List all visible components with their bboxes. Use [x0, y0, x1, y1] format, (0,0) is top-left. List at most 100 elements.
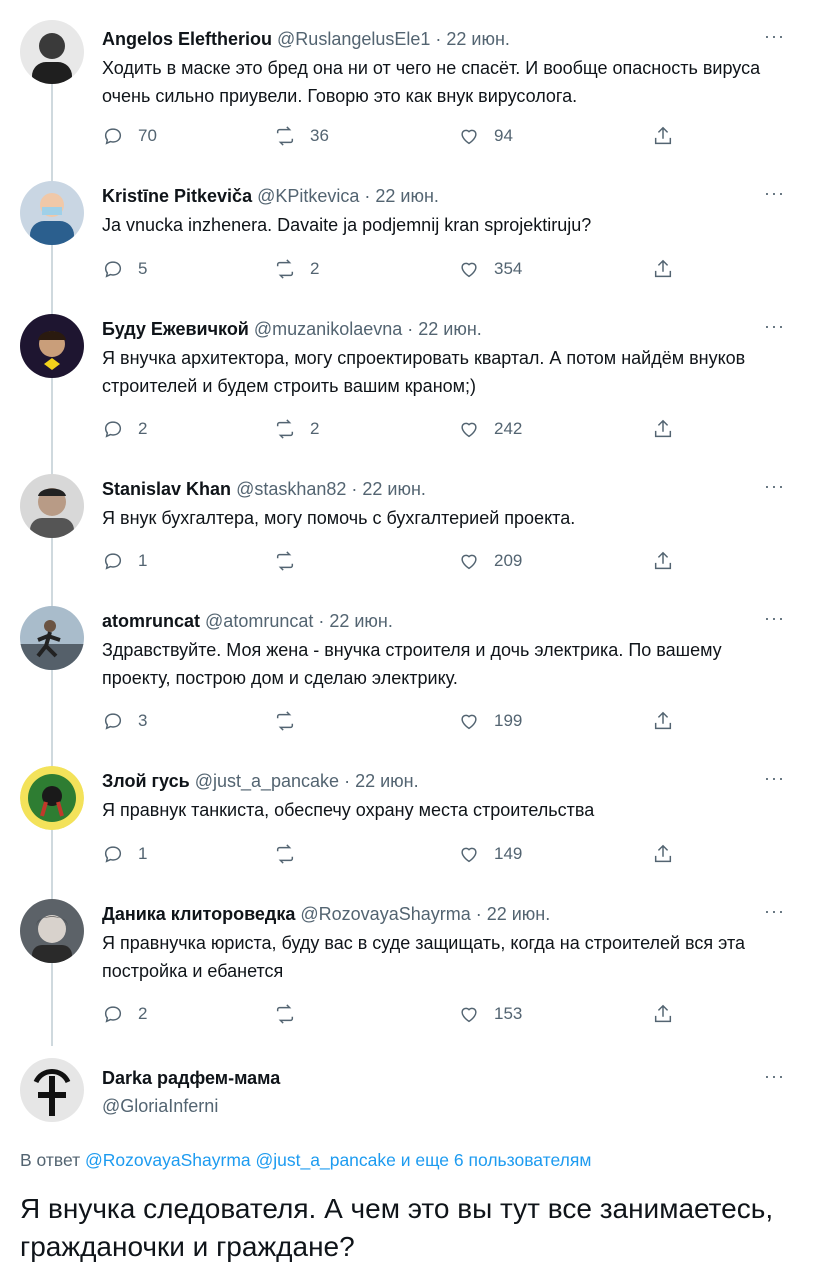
reply-icon	[104, 713, 122, 730]
timestamp[interactable]: 22 июн.	[375, 186, 439, 206]
share-icon	[654, 419, 672, 438]
retweet-icon	[276, 711, 294, 731]
more-options-icon[interactable]: ···	[764, 901, 785, 921]
retweet-button[interactable]	[274, 548, 310, 574]
reply-prefix: В ответ	[20, 1150, 86, 1170]
author-name[interactable]: Злой гусь	[102, 771, 190, 791]
mention-link[interactable]: @just_a_pancake	[256, 1150, 396, 1170]
author-handle[interactable]: @RuslangelusEle1	[277, 29, 430, 49]
author-name[interactable]: Angelos Eleftheriou	[102, 29, 272, 49]
retweet-icon	[276, 551, 294, 571]
share-icon	[654, 551, 672, 570]
like-icon	[461, 422, 477, 438]
timestamp[interactable]: 22 июн.	[487, 904, 551, 924]
avatar[interactable]	[20, 606, 84, 670]
timestamp[interactable]: 22 июн.	[446, 29, 510, 49]
author-handle[interactable]: @atomruncat	[205, 611, 313, 631]
reply-icon	[104, 846, 122, 863]
reply-icon	[104, 1006, 122, 1023]
retweet-button[interactable]: 36	[274, 123, 329, 149]
like-button[interactable]: 354	[458, 256, 522, 282]
reply-button[interactable]: 2	[102, 416, 147, 442]
main-author-handle[interactable]: @GloriaInferni	[102, 1094, 218, 1118]
reply-button[interactable]: 70	[102, 123, 157, 149]
author-name[interactable]: Stanislav Khan	[102, 479, 231, 499]
more-options-icon[interactable]: ···	[764, 608, 785, 628]
reply-button[interactable]: 1	[102, 841, 147, 867]
like-button[interactable]: 199	[458, 708, 522, 734]
tweet-text: Ja vnucka inzhenera. Davaite ja podjemni…	[102, 215, 592, 235]
more-mentions-link[interactable]: и еще 6 пользователям	[396, 1150, 592, 1170]
timestamp[interactable]: 22 июн.	[418, 319, 482, 339]
tweet-text: Я внук бухгалтера, могу помочь с бухгалт…	[102, 508, 576, 528]
more-options-icon[interactable]: ···	[764, 26, 785, 46]
avatar[interactable]	[20, 1058, 84, 1122]
tweet-header: Буду Ежевичкой @muzanikolaevna · 22 июн.	[102, 316, 482, 342]
reply-button[interactable]: 2	[102, 1001, 147, 1027]
reply-button[interactable]: 5	[102, 256, 147, 282]
like-count: 242	[494, 419, 523, 438]
tweet-actions: 1 209	[102, 548, 702, 574]
reply-count: 2	[138, 419, 148, 438]
timestamp[interactable]: 22 июн.	[329, 611, 393, 631]
retweet-count: 2	[310, 419, 320, 438]
avatar[interactable]	[20, 181, 84, 245]
author-handle[interactable]: @muzanikolaevna	[254, 319, 402, 339]
retweet-button[interactable]	[274, 708, 310, 734]
tweet-text: Я правнучка юриста, буду вас в суде защи…	[102, 933, 746, 981]
share-icon	[654, 844, 672, 863]
author-handle[interactable]: @KPitkevica	[257, 186, 359, 206]
reply-count: 1	[138, 551, 148, 570]
author-handle[interactable]: @staskhan82	[236, 479, 346, 499]
more-options-icon[interactable]: ···	[764, 316, 785, 336]
more-options-icon[interactable]: ···	[764, 183, 785, 203]
reply-count: 3	[138, 711, 148, 730]
retweet-button[interactable]	[274, 1001, 310, 1027]
retweet-count: 36	[310, 126, 329, 145]
share-button[interactable]	[652, 1001, 674, 1027]
retweet-button[interactable]	[274, 841, 310, 867]
like-button[interactable]: 209	[458, 548, 522, 574]
like-button[interactable]: 149	[458, 841, 522, 867]
avatar[interactable]	[20, 766, 84, 830]
like-count: 209	[494, 551, 523, 570]
retweet-button[interactable]: 2	[274, 256, 319, 282]
author-name[interactable]: atomruncat	[102, 611, 200, 631]
tweet-text: Здравствуйте. Моя жена - внучка строител…	[102, 640, 722, 688]
author-name[interactable]: Буду Ежевичкой	[102, 319, 249, 339]
tweet-header: Злой гусь @just_a_pancake · 22 июн.	[102, 768, 419, 794]
like-button[interactable]: 153	[458, 1001, 522, 1027]
share-button[interactable]	[652, 841, 674, 867]
more-options-icon[interactable]: ···	[764, 1066, 785, 1086]
share-button[interactable]	[652, 708, 674, 734]
timestamp[interactable]: 22 июн.	[362, 479, 426, 499]
like-button[interactable]: 242	[458, 416, 522, 442]
retweet-button[interactable]: 2	[274, 416, 319, 442]
author-handle[interactable]: @RozovayaShayrma	[300, 904, 470, 924]
like-count: 199	[494, 711, 523, 730]
main-author-name[interactable]: Darka радфем-мама	[102, 1066, 280, 1090]
avatar[interactable]	[20, 474, 84, 538]
avatar[interactable]	[20, 314, 84, 378]
share-button[interactable]	[652, 256, 674, 282]
avatar[interactable]	[20, 899, 84, 963]
avatar[interactable]	[20, 20, 84, 84]
main-tweet-text: Я внучка следователя. А чем это вы тут в…	[20, 1193, 774, 1262]
author-name[interactable]: Kristīne Pitkeviča	[102, 186, 252, 206]
more-options-icon[interactable]: ···	[764, 768, 785, 788]
retweet-icon	[276, 259, 294, 279]
more-options-icon[interactable]: ···	[764, 476, 785, 496]
like-icon	[461, 714, 477, 730]
timestamp[interactable]: 22 июн.	[355, 771, 419, 791]
share-button[interactable]	[652, 548, 674, 574]
share-button[interactable]	[652, 123, 674, 149]
share-button[interactable]	[652, 416, 674, 442]
like-button[interactable]: 94	[458, 123, 513, 149]
tweet-header: Angelos Eleftheriou @RuslangelusEle1 · 2…	[102, 26, 510, 52]
author-name[interactable]: Даника клитороведка	[102, 904, 295, 924]
reply-button[interactable]: 3	[102, 708, 147, 734]
author-handle[interactable]: @just_a_pancake	[195, 771, 339, 791]
mention-link[interactable]: @RozovayaShayrma	[85, 1150, 251, 1170]
reply-button[interactable]: 1	[102, 548, 147, 574]
retweet-icon	[276, 126, 294, 146]
